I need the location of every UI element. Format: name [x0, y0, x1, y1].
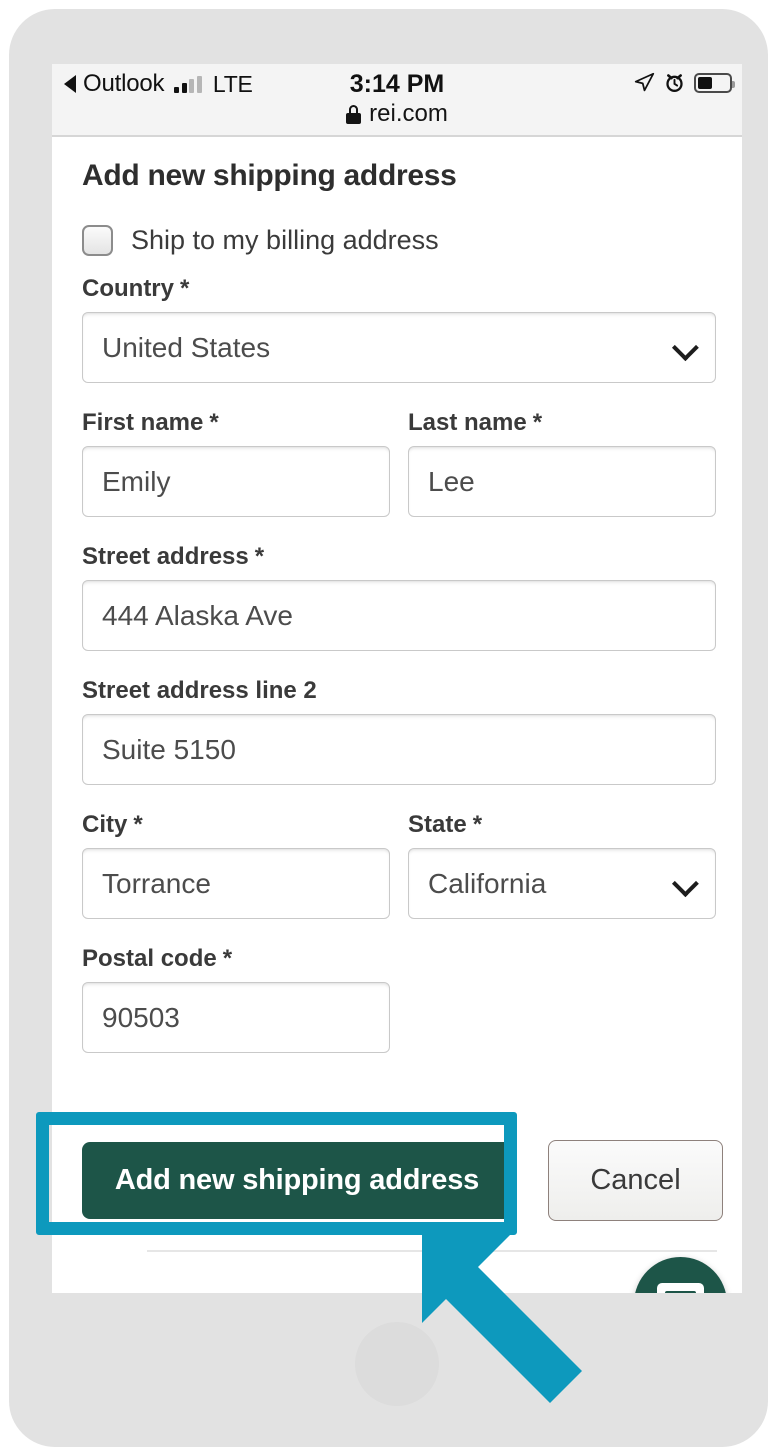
last-name-value: Lee	[428, 465, 475, 497]
city-value: Torrance	[102, 867, 211, 899]
chevron-down-icon	[671, 869, 699, 897]
ship-to-billing-checkbox[interactable]	[82, 225, 113, 256]
field-group-first-name: First name * Emily	[82, 409, 390, 517]
city-label: City *	[82, 811, 143, 838]
cancel-button[interactable]: Cancel	[548, 1140, 723, 1221]
country-label: Country *	[82, 275, 190, 302]
field-group-last-name: Last name * Lee	[408, 409, 716, 517]
state-select[interactable]: California	[408, 848, 716, 919]
country-value: United States	[102, 331, 271, 363]
ship-to-billing-label: Ship to my billing address	[131, 225, 439, 255]
field-group-postal-code: Postal code * 90503	[82, 945, 716, 1053]
battery-icon	[694, 72, 735, 93]
state-value: California	[428, 867, 547, 899]
add-new-shipping-address-button[interactable]: Add new shipping address	[82, 1142, 512, 1219]
form-actions: Add new shipping address Cancel	[82, 1140, 723, 1221]
status-bar: Outlook LTE 3:14 PM rei.com	[52, 64, 742, 136]
url-bar[interactable]: rei.com	[52, 100, 742, 128]
lock-icon	[346, 104, 362, 124]
home-button-indicator	[355, 1322, 439, 1406]
city-input[interactable]: Torrance	[82, 848, 390, 919]
field-group-street-address-2: Street address line 2 Suite 5150	[82, 677, 716, 785]
state-label: State *	[408, 811, 483, 838]
first-name-input[interactable]: Emily	[82, 446, 390, 517]
field-group-city-state-row: City * Torrance State * California	[82, 811, 716, 919]
first-name-value: Emily	[102, 465, 171, 497]
field-group-city: City * Torrance	[82, 811, 390, 919]
country-select[interactable]: United States	[82, 312, 716, 383]
billing-checkbox-row[interactable]: Ship to my billing address	[82, 225, 439, 256]
last-name-label: Last name *	[408, 409, 543, 436]
phone-screen: Outlook LTE 3:14 PM rei.com Add new ship…	[52, 64, 742, 1293]
alarm-clock-icon	[666, 74, 683, 92]
street-address-label: Street address *	[82, 543, 265, 570]
page-title: Add new shipping address	[82, 159, 457, 192]
field-group-street-address: Street address * 444 Alaska Ave	[82, 543, 716, 651]
postal-code-value: 90503	[102, 1001, 180, 1033]
street-address-2-label: Street address line 2	[82, 677, 317, 704]
first-name-label: First name *	[82, 409, 219, 436]
chat-bubble-icon[interactable]	[634, 1257, 727, 1293]
street-address-2-input[interactable]: Suite 5150	[82, 714, 716, 785]
field-group-name-row: First name * Emily Last name * Lee	[82, 409, 716, 517]
shipping-address-form: Country * United States First name * Emi…	[82, 275, 716, 1079]
phone-frame: Outlook LTE 3:14 PM rei.com Add new ship…	[9, 9, 768, 1447]
chevron-down-icon	[671, 333, 699, 361]
status-bar-right	[634, 72, 735, 93]
field-group-state: State * California	[408, 811, 716, 919]
location-arrow-icon	[634, 72, 655, 92]
street-address-value: 444 Alaska Ave	[102, 599, 293, 631]
postal-code-label: Postal code *	[82, 945, 233, 972]
street-address-2-value: Suite 5150	[102, 733, 236, 765]
url-label[interactable]: rei.com	[369, 100, 448, 128]
page-content: Add new shipping address Ship to my bill…	[52, 137, 742, 1293]
street-address-input[interactable]: 444 Alaska Ave	[82, 580, 716, 651]
postal-code-input[interactable]: 90503	[82, 982, 390, 1053]
bottom-divider	[147, 1250, 717, 1252]
last-name-input[interactable]: Lee	[408, 446, 716, 517]
field-group-country: Country * United States	[82, 275, 716, 383]
